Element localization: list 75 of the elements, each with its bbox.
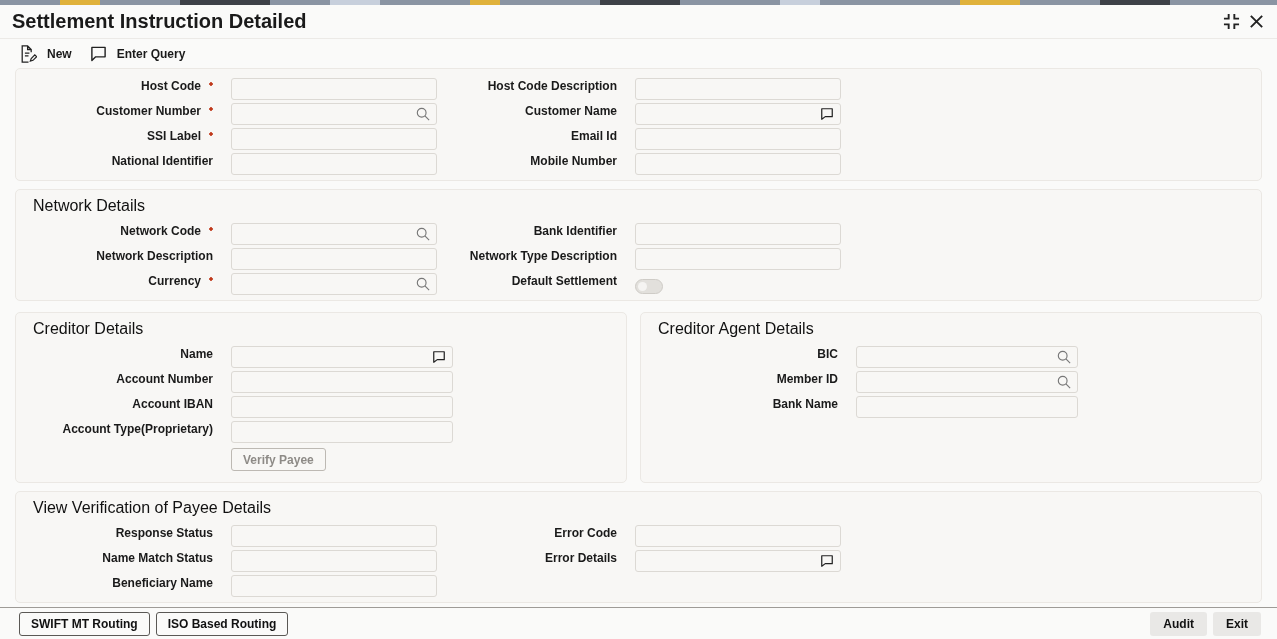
input-field[interactable] [231,574,437,597]
input-field[interactable] [635,152,841,175]
search-icon[interactable] [1057,349,1071,364]
search-icon[interactable] [416,106,430,121]
window-title: Settlement Instruction Detailed [12,10,307,33]
input-field[interactable] [856,370,1078,393]
enter-query-button[interactable]: Enter Query [89,44,186,63]
field-label: Email Id [571,127,617,144]
input-field[interactable] [231,152,437,175]
field-label: Network Description [96,247,213,264]
field-label: SSI Label [146,127,201,144]
field-label: Error Code [554,524,617,541]
toggle-switch[interactable] [635,279,663,294]
footer-button[interactable]: Exit [1213,612,1261,636]
input-field[interactable] [231,247,437,270]
field-label: Error Details [544,549,617,566]
field-label: Account Type(Proprietary) [62,420,213,437]
field-label: Account Number [116,370,213,387]
input-field[interactable] [231,127,437,150]
new-button[interactable]: New [20,44,72,63]
field-label: Network Code [120,222,201,239]
input-field[interactable] [231,102,437,125]
section-title: View Verification of Payee Details [33,499,273,517]
field-label: Host Code Description [487,77,617,94]
input-field[interactable] [635,549,841,572]
field-label: Customer Number [96,102,201,119]
field-label: National Identifier [111,152,213,169]
input-field[interactable] [231,272,437,295]
section-title: Creditor Details [33,320,145,338]
field-label: Name [180,345,213,362]
collapse-icon[interactable] [1223,13,1240,30]
search-icon[interactable] [416,276,430,291]
search-icon[interactable] [1057,374,1071,389]
comment-icon[interactable] [820,553,834,568]
input-field[interactable] [856,395,1078,418]
field-label: Customer Name [524,102,617,119]
footer-button[interactable]: Audit [1150,612,1207,636]
close-icon[interactable] [1248,13,1265,30]
field-label: Network Type Description [469,247,617,264]
section-title: Network Details [33,197,147,215]
field-label: Member ID [776,370,838,387]
comment-icon[interactable] [432,349,446,364]
input-field[interactable] [231,222,437,245]
field-label: Account IBAN [132,395,213,412]
field-label: Response Status [115,524,213,541]
field-label: Beneficiary Name [112,574,213,591]
field-label: Bank Identifier [533,222,617,239]
input-field[interactable] [231,524,437,547]
input-field[interactable] [635,222,841,245]
input-field[interactable] [635,524,841,547]
input-field[interactable] [231,77,437,100]
input-field[interactable] [231,345,453,368]
field-label: Bank Name [772,395,838,412]
footer-button[interactable]: SWIFT MT Routing [19,612,150,636]
input-field[interactable] [231,420,453,443]
input-field[interactable] [856,345,1078,368]
comment-icon[interactable] [820,106,834,121]
input-field[interactable] [231,549,437,572]
field-label: BIC [817,345,838,362]
field-label: Default Settlement [511,272,617,289]
field-label: Currency [148,272,201,289]
section-title: Creditor Agent Details [658,320,815,338]
search-icon[interactable] [416,226,430,241]
field-label: Name Match Status [102,549,213,566]
input-field[interactable] [635,102,841,125]
field-label: Mobile Number [530,152,617,169]
input-field[interactable] [635,127,841,150]
footer-button[interactable]: ISO Based Routing [155,612,289,636]
input-field[interactable] [635,77,841,100]
document-edit-icon[interactable] [20,44,37,63]
input-field[interactable] [231,370,453,393]
input-field[interactable] [635,247,841,270]
input-field[interactable] [231,395,453,418]
field-label: Host Code [141,77,201,94]
comment-icon[interactable] [89,44,107,63]
